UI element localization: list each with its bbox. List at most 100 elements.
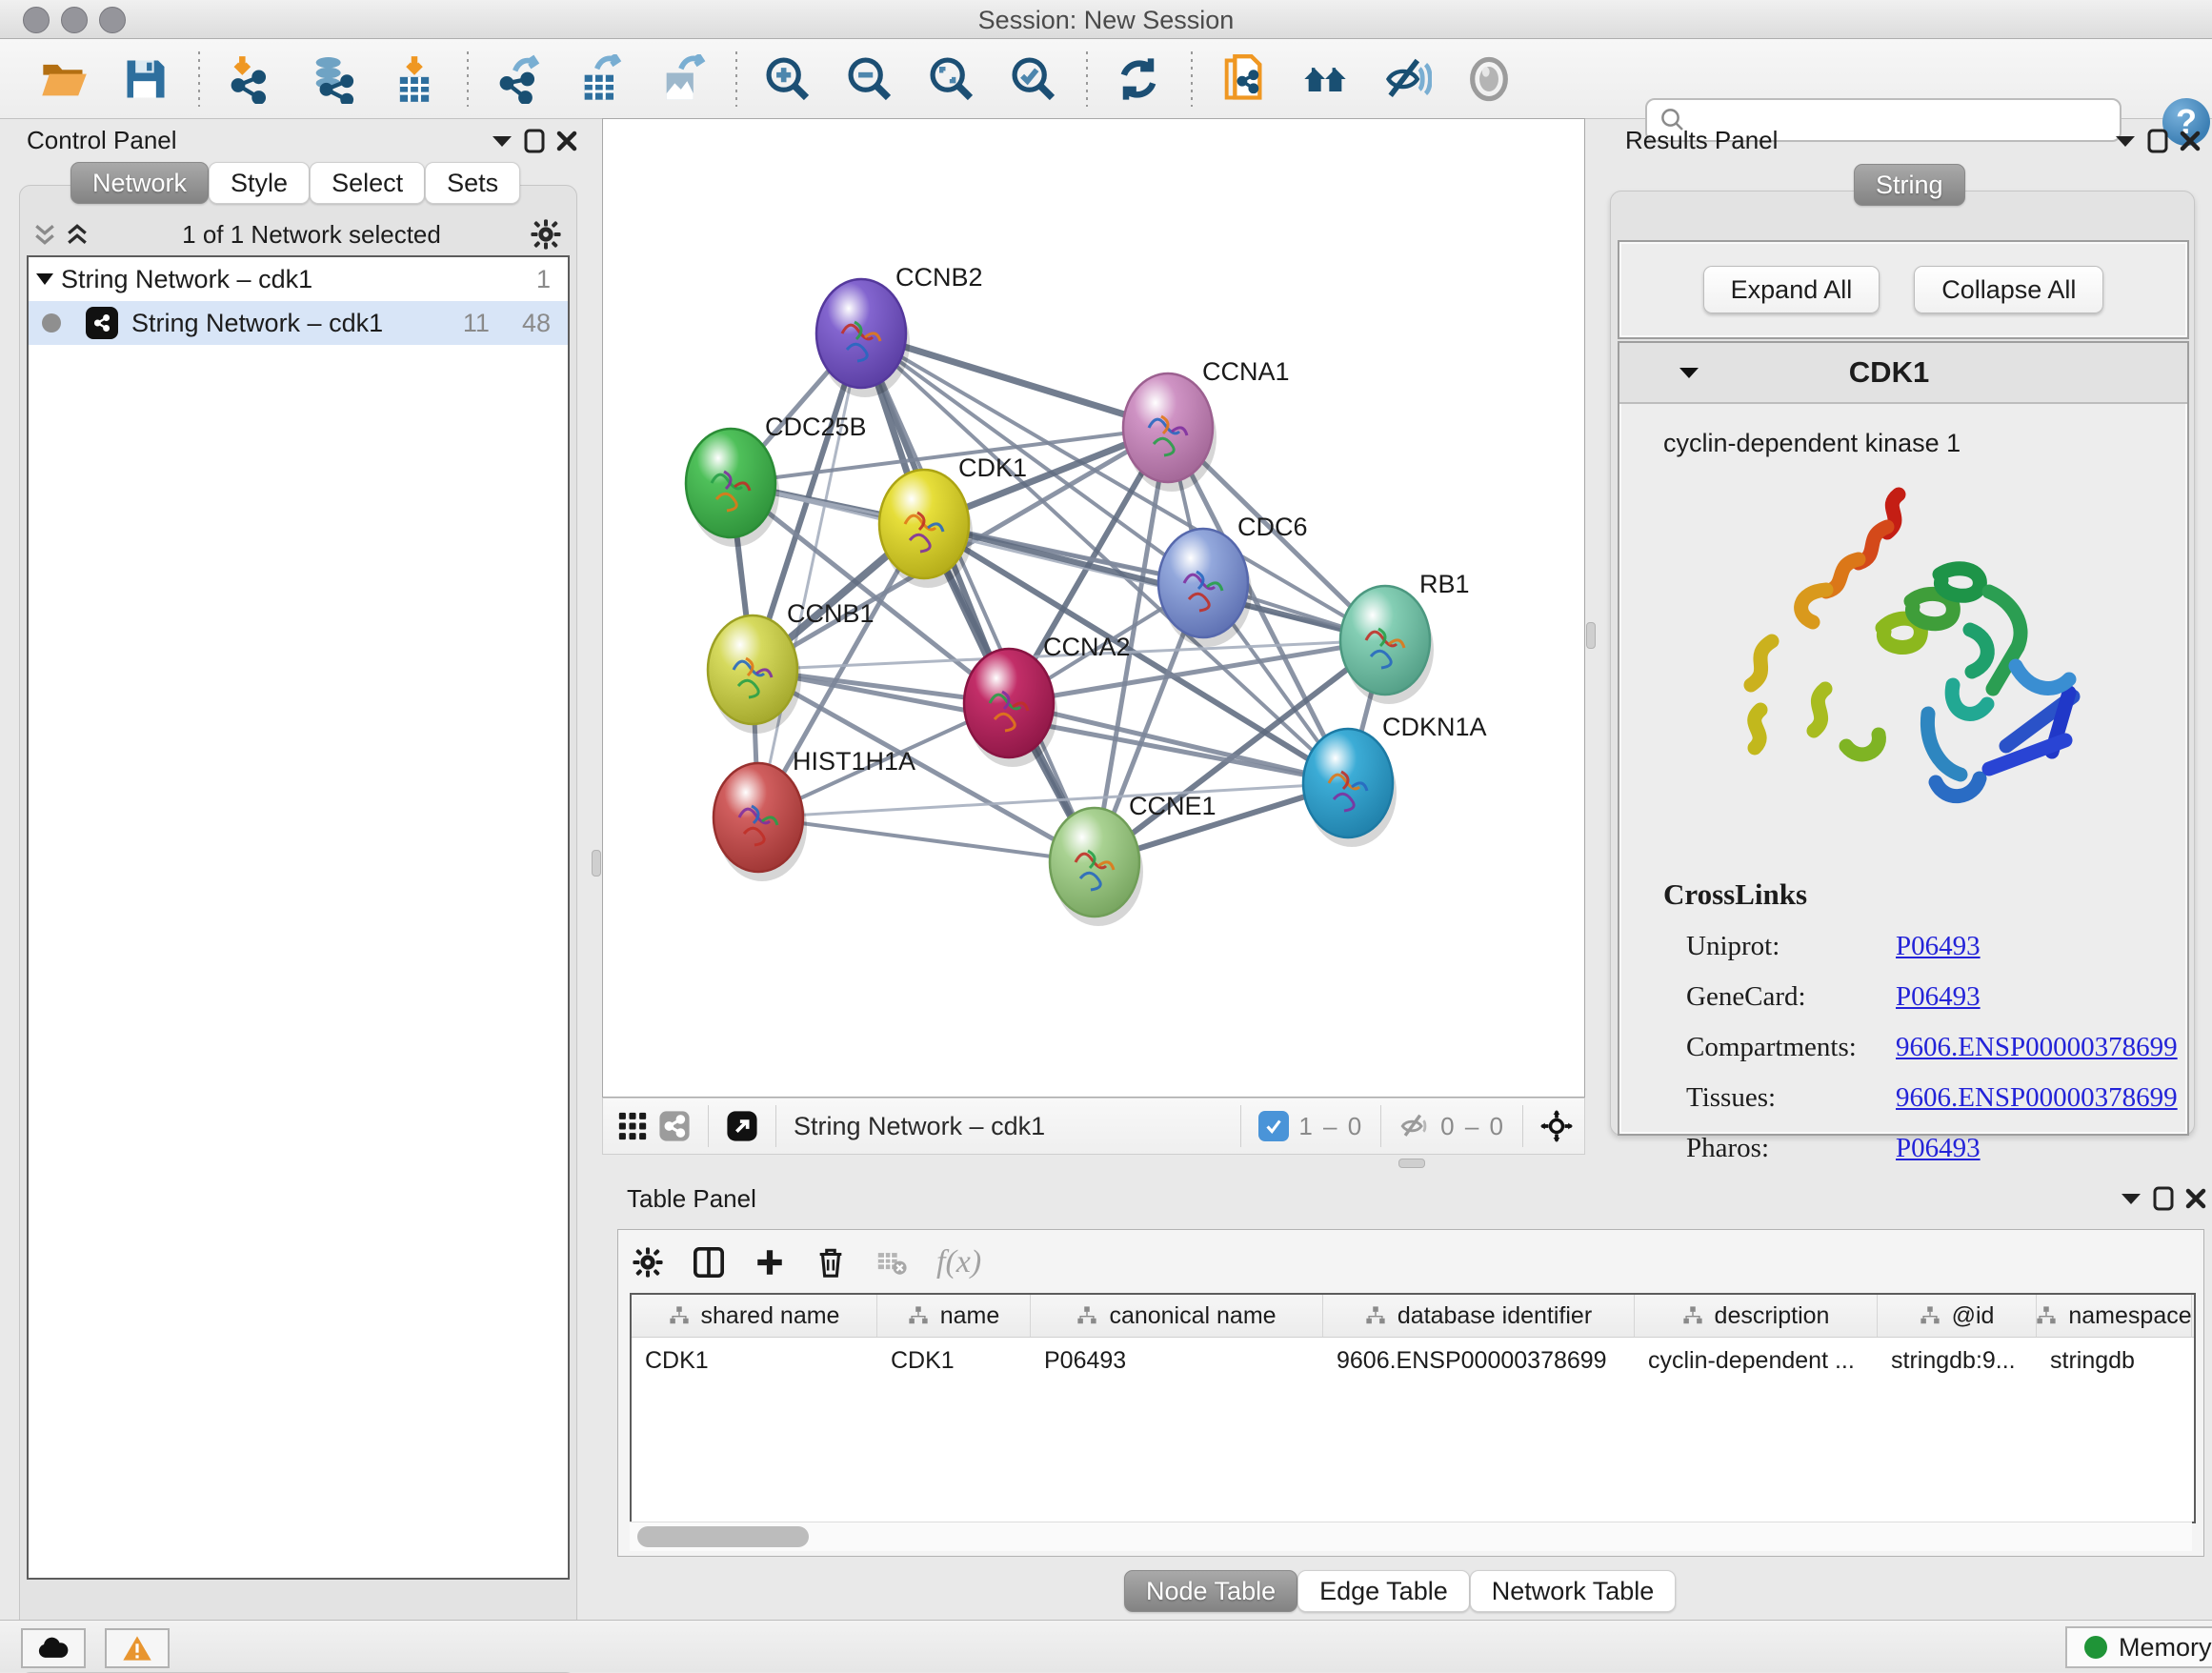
left-splitter-handle[interactable] (592, 850, 601, 877)
open-in-browser-button[interactable] (1217, 53, 1269, 105)
tab-edge-table[interactable]: Edge Table (1297, 1570, 1470, 1612)
edge-count: 48 (522, 309, 551, 338)
string-tab-icon[interactable] (658, 1112, 691, 1140)
tab-node-table[interactable]: Node Table (1124, 1570, 1297, 1612)
column-header-name[interactable]: name (877, 1295, 1031, 1337)
export-network-icon (494, 54, 544, 104)
zoom-selected-button[interactable] (1008, 53, 1059, 105)
tab-network[interactable]: Network (70, 162, 209, 204)
export-network-button[interactable] (493, 53, 545, 105)
collapse-gene-icon[interactable] (1673, 358, 1705, 387)
toolbar-separator (1086, 51, 1088, 107)
panel-float-button[interactable] (2147, 1184, 2180, 1213)
import-database-button[interactable] (307, 53, 358, 105)
column-header-shared-name[interactable]: shared name (632, 1295, 877, 1337)
selected-checkbox-icon[interactable] (1258, 1111, 1289, 1141)
crosslink-value-link[interactable]: P06493 (1896, 931, 1981, 962)
table-horizontal-scrollbar[interactable] (630, 1522, 2192, 1551)
panel-collapse-button[interactable] (486, 127, 518, 155)
network-collection-row[interactable]: String Network – cdk1 1 (29, 257, 568, 301)
tab-sets[interactable]: Sets (425, 162, 520, 204)
crosslink-value-link[interactable]: 9606.ENSP00000378699 (1896, 1032, 2178, 1063)
save-session-button[interactable] (120, 53, 171, 105)
warning-status-button[interactable] (105, 1628, 170, 1668)
table-cell[interactable]: 9606.ENSP00000378699 (1323, 1338, 1635, 1383)
network-node-cdc25b[interactable]: CDC25B (686, 413, 867, 547)
gear-icon[interactable] (632, 1248, 664, 1277)
expand-all-networks-icon[interactable] (61, 220, 93, 249)
column-header-description[interactable]: description (1635, 1295, 1878, 1337)
tab-network-table[interactable]: Network Table (1470, 1570, 1677, 1612)
table-cell[interactable]: CDK1 (877, 1338, 1031, 1383)
column-tree-icon (1682, 1305, 1703, 1326)
zoom-out-button[interactable] (844, 53, 895, 105)
delete-column-icon[interactable] (814, 1248, 847, 1277)
column-header-canonical-name[interactable]: canonical name (1031, 1295, 1323, 1337)
cloud-status-button[interactable] (21, 1628, 86, 1668)
network-node-ccna1[interactable]: CCNA1 (1123, 357, 1290, 492)
panel-close-button[interactable] (551, 127, 583, 155)
network-node-cdkn1a[interactable]: CDKN1A (1303, 713, 1487, 847)
table-cell[interactable]: CDK1 (632, 1338, 877, 1383)
network-node-ccne1[interactable]: CCNE1 (1050, 792, 1217, 926)
zoom-fit-button[interactable] (926, 53, 977, 105)
memory-button[interactable]: Memory (2065, 1626, 2212, 1668)
export-table-button[interactable] (575, 53, 627, 105)
open-session-button[interactable] (38, 53, 90, 105)
tree-expand-icon[interactable] (29, 265, 61, 293)
tab-select[interactable]: Select (310, 162, 425, 204)
control-panel: Control Panel NetworkStyleSelectSets 1 o… (0, 118, 593, 1620)
bottom-splitter-handle[interactable] (1398, 1159, 1425, 1168)
table-cell[interactable]: cyclin-dependent ... (1635, 1338, 1878, 1383)
gear-icon[interactable] (530, 220, 562, 249)
birdseye-view-icon[interactable] (726, 1112, 758, 1140)
network-edge[interactable] (758, 817, 1095, 862)
table-cell[interactable]: stringdb:9... (1878, 1338, 2037, 1383)
current-network-name: String Network – cdk1 (794, 1112, 1045, 1141)
select-columns-icon[interactable] (693, 1248, 725, 1277)
table-cell[interactable]: stringdb (2037, 1338, 2192, 1383)
table-cell[interactable]: P06493 (1031, 1338, 1323, 1383)
network-edge[interactable] (924, 524, 1385, 640)
collapse-all-networks-icon[interactable] (29, 220, 61, 249)
crosslink-row: Tissues:9606.ENSP00000378699 (1686, 1082, 2187, 1114)
hide-panel-button[interactable] (1381, 53, 1433, 105)
import-table-button[interactable] (389, 53, 440, 105)
panel-collapse-button[interactable] (2115, 1184, 2147, 1213)
panel-float-button[interactable] (2142, 127, 2174, 155)
column-header-namespace[interactable]: namespace (2037, 1295, 2192, 1337)
import-network-button[interactable] (225, 53, 276, 105)
panel-close-button[interactable] (2174, 127, 2206, 155)
add-column-icon[interactable] (754, 1248, 786, 1277)
fit-selected-crosshair-icon[interactable] (1540, 1112, 1573, 1140)
panel-collapse-button[interactable] (2109, 127, 2142, 155)
network-node-ccnb2[interactable]: CCNB2 (816, 263, 983, 397)
table-row[interactable]: CDK1CDK1P064939606.ENSP00000378699cyclin… (632, 1338, 2194, 1383)
export-image-button[interactable] (657, 53, 709, 105)
panel-float-button[interactable] (518, 127, 551, 155)
right-splitter-handle[interactable] (1586, 622, 1596, 649)
refresh-layout-button[interactable] (1113, 53, 1164, 105)
grid-view-icon[interactable] (616, 1112, 649, 1140)
crosslink-value-link[interactable]: 9606.ENSP00000378699 (1896, 1082, 2178, 1114)
network-edge[interactable] (861, 333, 1095, 862)
show-panel-button[interactable] (1463, 53, 1515, 105)
crosslink-value-link[interactable]: P06493 (1896, 981, 1981, 1013)
zoom-in-button[interactable] (762, 53, 814, 105)
panel-close-button[interactable] (2180, 1184, 2212, 1213)
expand-all-button[interactable]: Expand All (1703, 266, 1880, 313)
tab-style[interactable]: Style (209, 162, 310, 204)
column-header-label: name (940, 1302, 1000, 1330)
network-row[interactable]: String Network – cdk1 11 48 (29, 301, 568, 345)
network-node-rb1[interactable]: RB1 (1340, 570, 1470, 704)
column-header-database-identifier[interactable]: database identifier (1323, 1295, 1635, 1337)
crosslink-value-link[interactable]: P06493 (1896, 1133, 1981, 1164)
tab-string[interactable]: String (1854, 164, 1965, 206)
string-home-button[interactable] (1299, 53, 1351, 105)
crosslinks-list: Uniprot:P06493GeneCard:P06493Compartment… (1619, 931, 2187, 1164)
gene-card-header[interactable]: CDK1 (1619, 343, 2187, 404)
network-canvas[interactable]: CCNB2CCNA1CDC25BCDK1CDC6RB1CCNB1CCNA2CDK… (602, 118, 1585, 1098)
scrollbar-thumb[interactable] (637, 1526, 809, 1547)
column-header--id[interactable]: @id (1878, 1295, 2037, 1337)
collapse-all-button[interactable]: Collapse All (1914, 266, 2103, 313)
